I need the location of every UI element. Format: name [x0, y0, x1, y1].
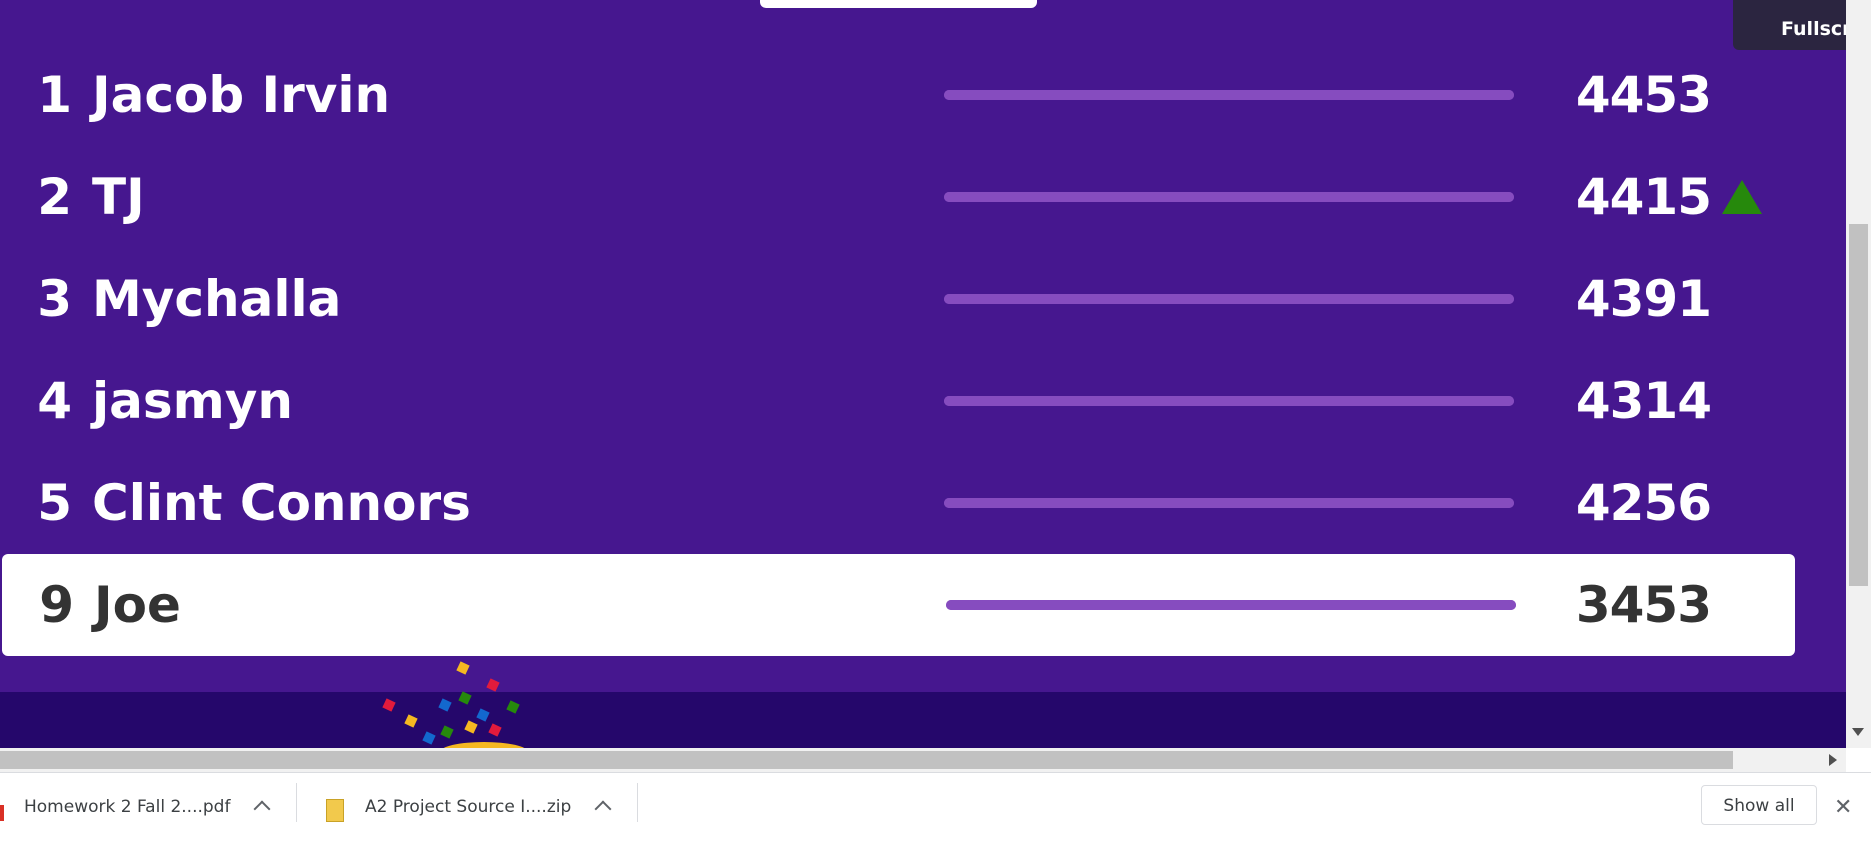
player-name: Clint Connors: [92, 474, 471, 532]
game-viewport: Fullscr 1 Jacob Irvin 4453 2 TJ 4415 3 M…: [0, 0, 1846, 748]
horizontal-scrollbar-thumb[interactable]: [0, 751, 1733, 769]
rank-number: 2: [37, 168, 72, 226]
score-bar: [946, 600, 1516, 610]
player-score: 4314: [1575, 372, 1712, 430]
horizontal-scrollbar[interactable]: [0, 748, 1846, 772]
score-bar: [944, 498, 1514, 508]
player-score: 4256: [1575, 474, 1712, 532]
leaderboard-row: 4 jasmyn 4314: [0, 350, 1795, 452]
score-bar: [944, 90, 1514, 100]
rank-number: 5: [37, 474, 72, 532]
player-name: Joe: [94, 576, 181, 634]
scroll-down-arrow-icon[interactable]: [1852, 728, 1864, 736]
current-player-row: 9 Joe 3453: [2, 554, 1795, 656]
chevron-up-icon[interactable]: [253, 800, 271, 818]
player-score: 3453: [1575, 576, 1712, 634]
divider: [637, 783, 638, 822]
score-bar: [944, 294, 1514, 304]
download-item-filename[interactable]: A2 Project Source I....zip: [365, 773, 571, 822]
player-name: jasmyn: [92, 372, 293, 430]
rank-number: 3: [37, 270, 72, 328]
score-bar: [944, 192, 1514, 202]
scroll-right-arrow-icon[interactable]: [1829, 754, 1837, 766]
top-tab[interactable]: [760, 0, 1037, 8]
vertical-scrollbar[interactable]: [1846, 0, 1871, 748]
player-score: 4415: [1575, 168, 1712, 226]
vertical-scrollbar-thumb[interactable]: [1849, 224, 1868, 586]
player-score: 4391: [1575, 270, 1712, 328]
score-bar: [944, 396, 1514, 406]
leaderboard-row: 5 Clint Connors 4256: [0, 452, 1795, 554]
player-name: Mychalla: [92, 270, 342, 328]
player-name: Jacob Irvin: [92, 66, 391, 124]
close-icon[interactable]: ✕: [1834, 797, 1856, 819]
show-all-button[interactable]: Show all: [1701, 785, 1817, 825]
leaderboard-row: 2 TJ 4415: [0, 146, 1795, 248]
leaderboard-row: 1 Jacob Irvin 4453: [0, 44, 1795, 146]
player-name: TJ: [92, 168, 145, 226]
player-score: 4453: [1575, 66, 1712, 124]
leaderboard-row: 3 Mychalla 4391: [0, 248, 1795, 350]
fullscreen-button[interactable]: Fullscr: [1733, 0, 1846, 50]
rank-number: 1: [37, 66, 72, 124]
downloads-bar: Homework 2 Fall 2....pdf A2 Project Sour…: [0, 772, 1871, 825]
rank-number: 9: [39, 576, 74, 634]
pdf-file-icon: [0, 805, 4, 821]
up-arrow-icon: [1722, 180, 1762, 214]
download-item-filename[interactable]: Homework 2 Fall 2....pdf: [24, 773, 230, 822]
divider: [296, 783, 297, 822]
footer-band: [0, 692, 1846, 748]
chevron-up-icon[interactable]: [594, 800, 612, 818]
zip-file-icon: [326, 799, 344, 822]
rank-number: 4: [37, 372, 72, 430]
